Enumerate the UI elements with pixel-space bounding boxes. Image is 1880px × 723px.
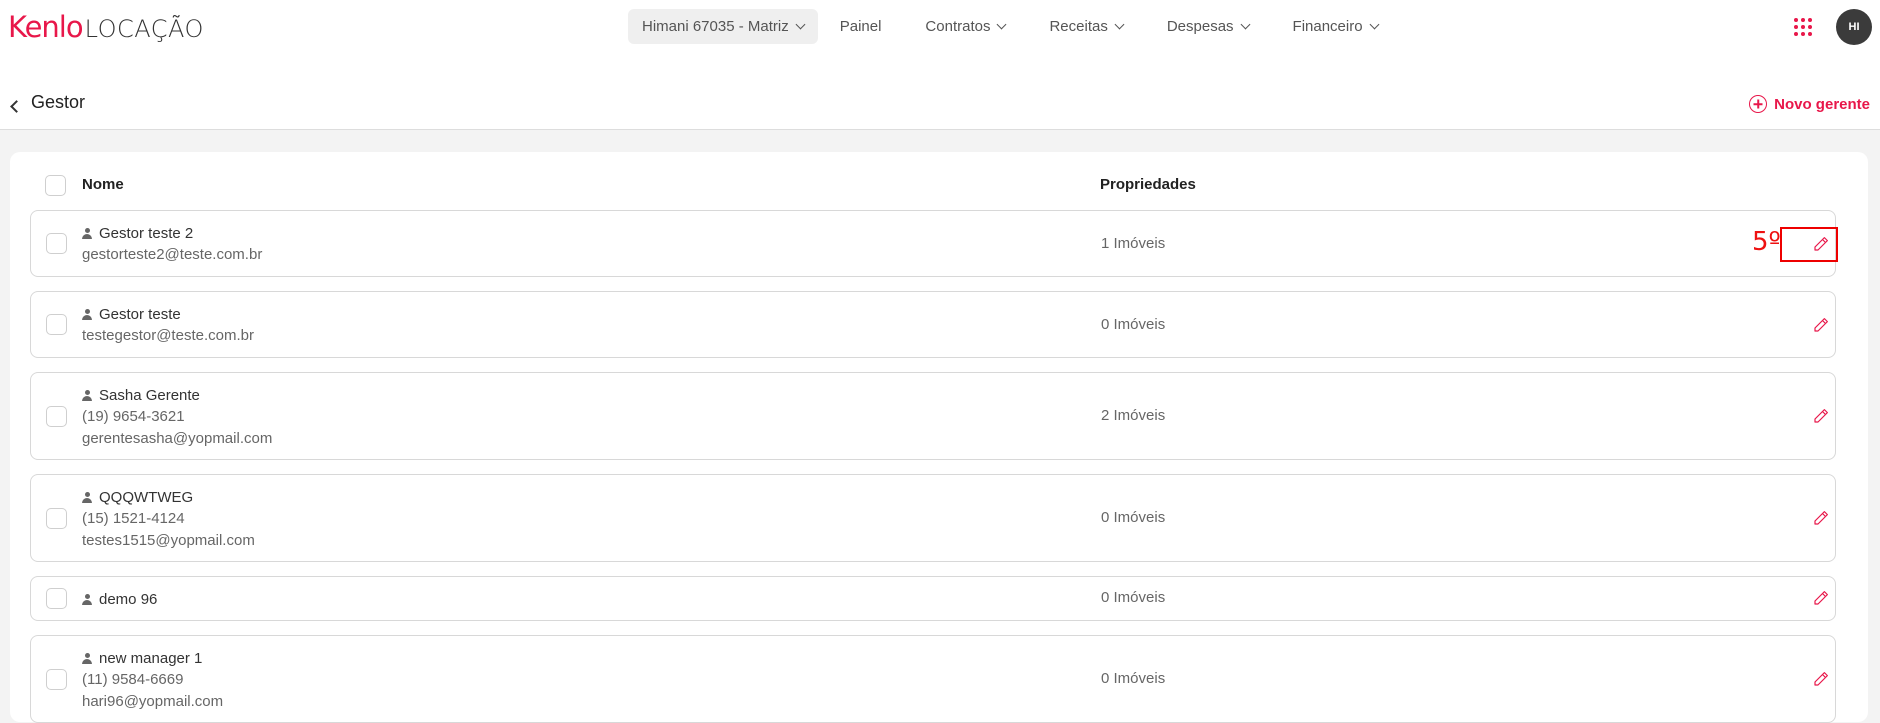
row-info: Gestor teste 2 gestorteste2@teste.com.br [82,222,262,266]
properties-count: 1 Imóveis [1101,235,1166,252]
nav-branch-selector[interactable]: Himani 67035 - Matriz [628,9,818,44]
table-row[interactable]: new manager 1 (11) 9584-6669 hari96@yopm… [30,635,1836,723]
nav-despesas[interactable]: Despesas [1153,9,1263,44]
nav-receitas-label: Receitas [1049,18,1108,35]
new-manager-button[interactable]: Novo gerente [1749,92,1870,116]
properties-count: 0 Imóveis [1101,316,1166,333]
properties-count: 0 Imóveis [1101,670,1166,687]
logo-brand: Kenlo [8,10,84,44]
column-header-name: Nome [82,176,124,193]
manager-email: gestorteste2@teste.com.br [82,246,263,263]
annotation-highlight-box [1780,227,1838,262]
row-info: Gestor teste testegestor@teste.com.br [82,303,254,347]
manager-phone: (19) 9654-3621 [82,408,185,425]
nav-painel-label: Painel [839,18,882,35]
logo-product: LOCAÇÃO [84,15,204,43]
plus-circle-icon [1749,95,1768,113]
nav-financeiro-label: Financeiro [1292,18,1363,35]
nav-financeiro[interactable]: Financeiro [1279,9,1392,44]
nav-contratos[interactable]: Contratos [911,9,1019,44]
chevron-down-icon [1369,19,1380,30]
person-icon [82,390,92,401]
main-nav: Himani 67035 - Matriz Painel Contratos R… [628,9,1408,44]
manager-name-text: demo 96 [99,590,158,608]
person-icon [82,492,92,503]
manager-phone: (11) 9584-6669 [82,671,184,688]
row-info: new manager 1 (11) 9584-6669 hari96@yopm… [82,647,223,713]
manager-name-text: Gestor teste 2 [99,224,194,242]
person-icon [82,309,92,320]
manager-name: Gestor teste 2 [82,222,262,244]
edit-pencil-icon[interactable] [1812,509,1830,527]
row-checkbox[interactable] [46,669,67,690]
nav-contratos-label: Contratos [925,18,991,35]
nav-painel[interactable]: Painel [826,9,896,44]
row-checkbox[interactable] [46,314,67,335]
row-info: demo 96 [82,588,157,610]
edit-pencil-icon[interactable] [1812,670,1830,688]
edit-pencil-icon[interactable] [1812,407,1830,425]
new-manager-label: Novo gerente [1774,95,1870,113]
manager-email: gerentesasha@yopmail.com [82,430,273,447]
manager-name-text: new manager 1 [99,649,203,667]
manager-name: Gestor teste [82,303,254,325]
manager-phone: (15) 1521-4124 [82,510,185,527]
row-checkbox[interactable] [46,406,67,427]
manager-name: demo 96 [82,588,157,610]
edit-pencil-icon[interactable] [1812,316,1830,334]
properties-count: 2 Imóveis [1101,407,1166,424]
manager-name: new manager 1 [82,647,223,669]
page-header: Gestor Novo gerente [0,52,1880,130]
row-info: QQQWTWEG (15) 1521-4124 testes1515@yopma… [82,486,255,552]
properties-count: 0 Imóveis [1101,589,1166,606]
nav-branch-label: Himani 67035 - Matriz [642,18,789,35]
avatar[interactable]: HI [1836,9,1872,45]
manager-name-text: Gestor teste [99,305,181,323]
row-checkbox[interactable] [46,588,67,609]
back-arrow-icon[interactable] [10,100,23,113]
nav-receitas[interactable]: Receitas [1035,9,1136,44]
table-row[interactable]: Gestor teste 2 gestorteste2@teste.com.br… [30,210,1836,277]
row-checkbox[interactable] [46,233,67,254]
manager-email: testegestor@teste.com.br [82,327,254,344]
table-header: Nome Propriedades [10,152,1868,216]
chevron-down-icon [997,19,1007,30]
person-icon [82,228,92,239]
nav-despesas-label: Despesas [1166,18,1234,35]
table-row[interactable]: demo 96 0 Imóveis [30,576,1836,621]
manager-name-text: Sasha Gerente [99,386,200,404]
edit-pencil-icon[interactable] [1812,589,1830,607]
properties-count: 0 Imóveis [1101,509,1166,526]
manager-name: Sasha Gerente [82,384,272,406]
top-navbar: Kenlo LOCAÇÃO Himani 67035 - Matriz Pain… [0,0,1880,52]
page-title: Gestor [31,92,86,112]
table-row[interactable]: QQQWTWEG (15) 1521-4124 testes1515@yopma… [30,474,1836,562]
manager-name: QQQWTWEG [82,486,255,508]
step-annotation-label: 5º [1752,227,1781,257]
manager-name-text: QQQWTWEG [99,488,194,506]
manager-email: hari96@yopmail.com [82,693,224,710]
managers-table: Nome Propriedades Gestor teste 2 gestort… [10,152,1868,723]
manager-email: testes1515@yopmail.com [82,532,255,549]
row-info: Sasha Gerente (19) 9654-3621 gerentesash… [82,384,272,450]
chevron-down-icon [1114,19,1125,30]
chevron-down-icon [1240,19,1250,30]
column-header-properties: Propriedades [1100,176,1196,193]
person-icon [82,653,92,664]
kenlo-logo[interactable]: Kenlo LOCAÇÃO [8,10,204,44]
grid-dots-icon[interactable] [1794,18,1812,36]
person-icon [82,594,92,605]
chevron-down-icon [795,19,806,30]
select-all-checkbox[interactable] [45,175,66,196]
row-checkbox[interactable] [46,508,67,529]
table-row[interactable]: Sasha Gerente (19) 9654-3621 gerentesash… [30,372,1836,460]
table-row[interactable]: Gestor teste testegestor@teste.com.br 0 … [30,291,1836,358]
